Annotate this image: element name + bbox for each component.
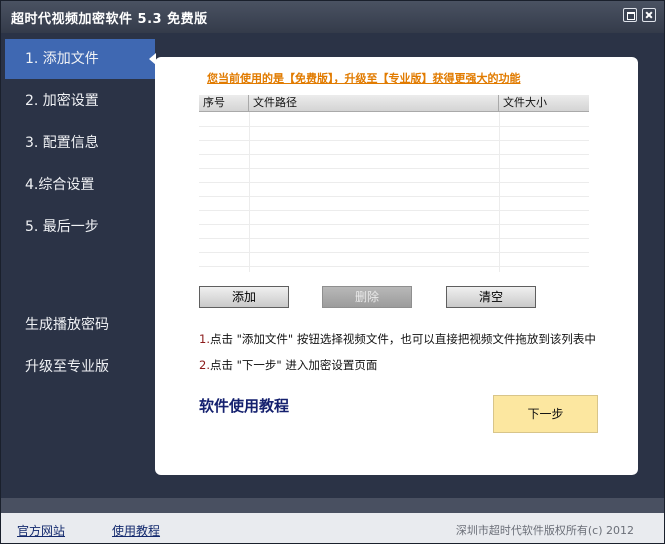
tutorial-link[interactable]: 软件使用教程 — [199, 395, 289, 416]
hint-next-step: 2.点击 "下一步" 进入加密设置页面 — [199, 357, 377, 373]
sidebar-item-encrypt-settings[interactable]: 2. 加密设置 — [5, 81, 155, 121]
sidebar-item-last-step[interactable]: 5. 最后一步 — [5, 207, 155, 247]
table-row — [199, 196, 589, 211]
table-row — [199, 154, 589, 169]
hint-add-file: 1.点击 "添加文件" 按钮选择视频文件，也可以直接把视频文件拖放到该列表中 — [199, 331, 596, 347]
copyright-text: 深圳市超时代软件版权所有(c) 2012 — [455, 524, 634, 537]
content-panel: 您当前使用的是【免费版】，升级至【专业版】获得更强大的功能 序号 文件路径 文件… — [155, 57, 638, 475]
add-button[interactable]: 添加 — [199, 286, 289, 308]
table-row — [199, 210, 589, 225]
sidebar: 1. 添加文件 2. 加密设置 3. 配置信息 4.综合设置 5. 最后一步 生… — [5, 39, 156, 494]
column-header-index[interactable]: 序号 — [199, 95, 249, 112]
tutorial-footer-link[interactable]: 使用教程 — [112, 522, 160, 539]
table-row — [199, 126, 589, 141]
hint-text: 点击 "下一步" 进入加密设置页面 — [209, 358, 378, 372]
table-row — [199, 140, 589, 155]
upgrade-promo-link[interactable]: 您当前使用的是【免费版】，升级至【专业版】获得更强大的功能 — [207, 70, 521, 86]
column-header-size[interactable]: 文件大小 — [499, 95, 589, 112]
sidebar-item-generate-password[interactable]: 生成播放密码 — [5, 305, 155, 345]
table-row — [199, 252, 589, 267]
sidebar-item-add-file[interactable]: 1. 添加文件 — [5, 39, 156, 79]
next-button[interactable]: 下一步 — [493, 395, 598, 433]
column-divider — [249, 112, 250, 272]
clear-button[interactable]: 清空 — [446, 286, 536, 308]
table-row — [199, 238, 589, 253]
table-row — [199, 224, 589, 239]
restore-icon[interactable] — [623, 8, 637, 22]
table-row — [199, 182, 589, 197]
hint-number: 2. — [199, 358, 210, 372]
title-bar[interactable]: 超时代视频加密软件 5.3 免费版 — [1, 1, 664, 33]
sidebar-item-general-settings[interactable]: 4.综合设置 — [5, 165, 155, 205]
column-header-path[interactable]: 文件路径 — [249, 95, 499, 112]
app-window: 超时代视频加密软件 5.3 免费版 1. 添加文件 2. 加密设置 3. 配置信… — [0, 0, 665, 544]
window-title: 超时代视频加密软件 5.3 免费版 — [11, 12, 208, 27]
table-row — [199, 112, 589, 127]
hint-text: 点击 "添加文件" 按钮选择视频文件，也可以直接把视频文件拖放到该列表中 — [209, 332, 596, 346]
official-site-link[interactable]: 官方网站 — [17, 522, 65, 539]
sidebar-item-config-info[interactable]: 3. 配置信息 — [5, 123, 155, 163]
delete-button[interactable]: 删除 — [322, 286, 412, 308]
close-icon[interactable] — [642, 8, 656, 22]
sidebar-item-upgrade[interactable]: 升级至专业版 — [5, 347, 155, 387]
column-divider — [499, 112, 500, 272]
file-table[interactable] — [199, 112, 589, 272]
footer-bar: 官方网站 使用教程 深圳市超时代软件版权所有(c) 2012 — [1, 498, 664, 543]
file-table-header: 序号 文件路径 文件大小 — [199, 95, 589, 112]
hint-number: 1. — [199, 332, 210, 346]
table-row — [199, 168, 589, 183]
